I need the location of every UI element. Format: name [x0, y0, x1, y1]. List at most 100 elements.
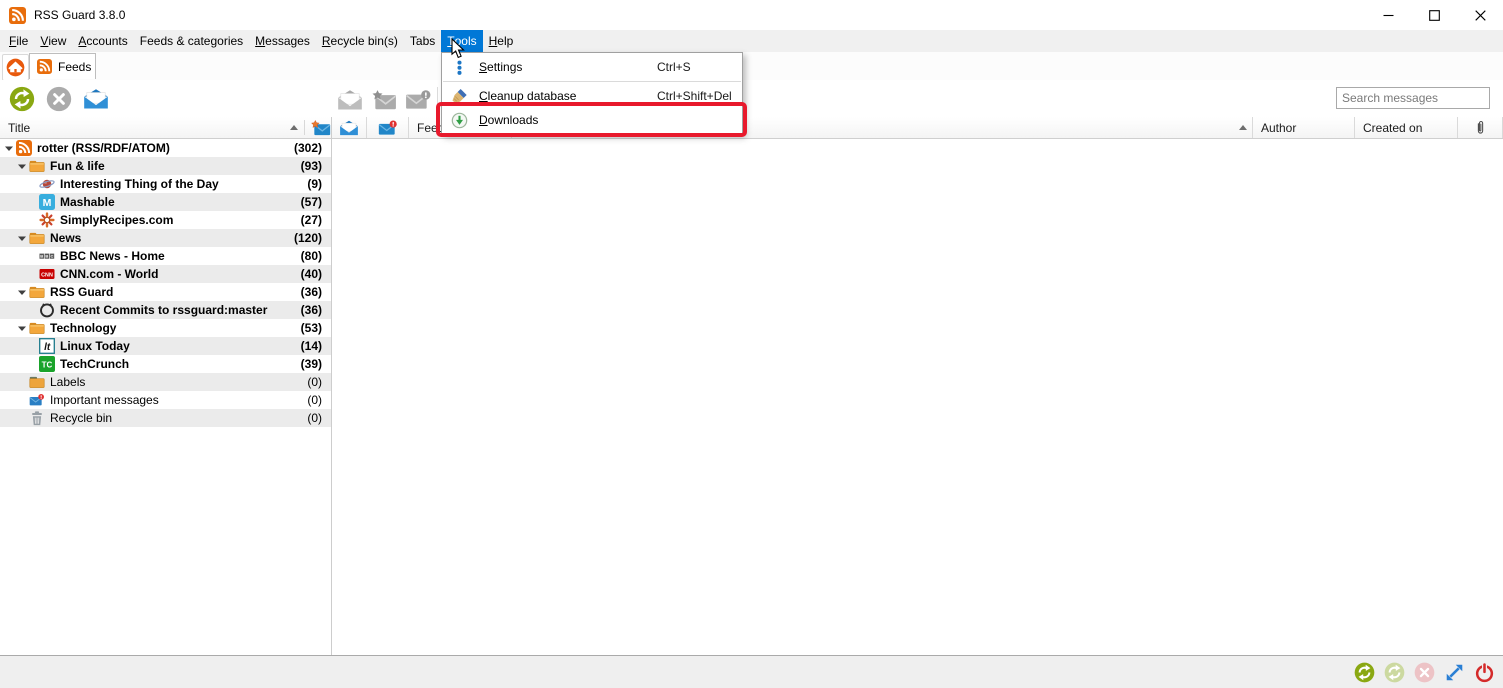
menu-item-label: Cleanup database — [479, 89, 576, 103]
search-messages-input[interactable] — [1336, 87, 1490, 109]
feed-row-simplyrecipes-com[interactable]: SimplyRecipes.com(27) — [0, 211, 331, 229]
attachment-column-icon — [1475, 120, 1486, 136]
stop-update-disabled-icon — [1414, 662, 1435, 683]
folder-icon — [29, 320, 45, 336]
feed-row-recent-commits-to-rssguard-master[interactable]: Recent Commits to rssguard:master(36) — [0, 301, 331, 319]
expander-spacer — [17, 377, 27, 387]
app-logo-rss-icon — [9, 7, 26, 24]
feed-unread-count: (0) — [307, 411, 331, 425]
menubar-item-accounts[interactable]: Accounts — [72, 30, 133, 52]
recycle-bin-icon — [29, 410, 45, 426]
mark-read-icon — [83, 86, 109, 112]
update-feeds-icon — [1354, 662, 1375, 683]
menu-item-settings[interactable]: SettingsCtrl+S — [442, 55, 742, 79]
feed-row-recycle-bin[interactable]: Recycle bin(0) — [0, 409, 331, 427]
update-feeds-button[interactable] — [1354, 662, 1375, 683]
svg-text:lt: lt — [44, 342, 51, 353]
expander-spacer — [17, 395, 27, 405]
menubar-item-view[interactable]: View — [34, 30, 72, 52]
feed-row-interesting-thing-of-the-day[interactable]: Interesting Thing of the Day(9) — [0, 175, 331, 193]
feed-row-linux-today[interactable]: ltLinux Today(14) — [0, 337, 331, 355]
menu-item-downloads[interactable]: Downloads — [442, 108, 742, 132]
feed-unread-count: (302) — [294, 141, 331, 155]
feed-unread-count: (80) — [301, 249, 331, 263]
feeds-header-title[interactable]: Title — [0, 117, 331, 138]
feed-title: Recent Commits to rssguard:master — [60, 303, 301, 317]
feed-row-techcrunch[interactable]: TCTechCrunch(39) — [0, 355, 331, 373]
message-column-created-on[interactable]: Created on — [1355, 117, 1458, 138]
labels-folder-icon — [29, 374, 45, 390]
menubar-item-feeds-categories[interactable]: Feeds & categories — [134, 30, 249, 52]
folder-icon — [29, 284, 45, 300]
mark-message-read-button[interactable] — [336, 86, 363, 113]
list-headers: Title FeedTitleAuthorCreated on — [0, 117, 1503, 139]
message-column-important-column[interactable] — [367, 117, 409, 138]
update-feeds-button[interactable] — [8, 85, 35, 112]
feed-title: News — [50, 231, 294, 245]
feed-unread-count: (57) — [301, 195, 331, 209]
expander-icon[interactable] — [17, 287, 27, 297]
window-controls — [1365, 0, 1503, 30]
planet-icon — [39, 176, 55, 192]
toolbar — [0, 80, 1503, 117]
mark-message-starred-button[interactable] — [370, 86, 397, 113]
power-quit-button[interactable] — [1474, 662, 1495, 683]
pane-splitter[interactable] — [331, 117, 332, 655]
feed-unread-count: (14) — [301, 339, 331, 353]
expander-icon[interactable] — [17, 233, 27, 243]
rss-icon — [16, 140, 32, 156]
message-column-author[interactable]: Author — [1253, 117, 1355, 138]
feed-row-news[interactable]: News(120) — [0, 229, 331, 247]
expander-icon[interactable] — [4, 143, 14, 153]
update-feeds-disabled-button — [1384, 662, 1405, 683]
menu-item-shortcut: Ctrl+S — [657, 60, 691, 74]
feed-title: Technology — [50, 321, 301, 335]
menubar-item-messages[interactable]: Messages — [249, 30, 316, 52]
feed-row-labels[interactable]: Labels(0) — [0, 373, 331, 391]
feed-title: Recycle bin — [50, 411, 307, 425]
maximize-button[interactable] — [1411, 0, 1457, 30]
menubar-item-help[interactable]: Help — [483, 30, 520, 52]
feed-row-rss-guard[interactable]: RSS Guard(36) — [0, 283, 331, 301]
feed-title: Labels — [50, 375, 307, 389]
svg-text:CNN: CNN — [41, 273, 53, 279]
message-column-read-column[interactable] — [331, 117, 367, 138]
stop-update-button[interactable] — [45, 85, 72, 112]
feed-row-cnn-com-world[interactable]: CNNCNN.com - World(40) — [0, 265, 331, 283]
feed-row-technology[interactable]: Technology(53) — [0, 319, 331, 337]
linuxtoday-icon: lt — [39, 338, 55, 354]
home-button[interactable] — [2, 54, 29, 81]
feed-row-mashable[interactable]: MMashable(57) — [0, 193, 331, 211]
feed-row-bbc-news-home[interactable]: BBCBBC News - Home(80) — [0, 247, 331, 265]
feed-toolbar-group — [8, 85, 109, 112]
expander-icon[interactable] — [17, 161, 27, 171]
feed-row-rotter-rss-rdf-atom[interactable]: rotter (RSS/RDF/ATOM)(302) — [0, 139, 331, 157]
app-window: RSS Guard 3.8.0 FileViewAccountsFeeds & … — [0, 0, 1503, 688]
minimize-button[interactable] — [1365, 0, 1411, 30]
feed-title: rotter (RSS/RDF/ATOM) — [37, 141, 294, 155]
expander-icon[interactable] — [17, 323, 27, 333]
tab-feeds[interactable]: Feeds — [29, 53, 96, 79]
status-bar — [0, 655, 1503, 688]
feed-unread-count: (36) — [301, 285, 331, 299]
menu-separator — [443, 81, 741, 82]
close-button[interactable] — [1457, 0, 1503, 30]
message-column-attachment-column[interactable] — [1458, 117, 1503, 138]
toolbar-separator — [437, 87, 438, 110]
stop-update-icon — [46, 86, 72, 112]
menubar-item-tabs[interactable]: Tabs — [404, 30, 441, 52]
feeds-tree: rotter (RSS/RDF/ATOM)(302)Fun & life(93)… — [0, 139, 331, 427]
feed-row-important-messages[interactable]: Important messages(0) — [0, 391, 331, 409]
column-label: Created on — [1363, 121, 1422, 135]
menu-bar: FileViewAccountsFeeds & categoriesMessag… — [0, 30, 1503, 52]
feed-unread-count: (36) — [301, 303, 331, 317]
svg-text:TC: TC — [42, 361, 53, 370]
fullscreen-button[interactable] — [1444, 662, 1465, 683]
feed-title: Mashable — [60, 195, 301, 209]
feed-row-fun-life[interactable]: Fun & life(93) — [0, 157, 331, 175]
menubar-item-recycle-bin-s-[interactable]: Recycle bin(s) — [316, 30, 404, 52]
menu-item-cleanup-database[interactable]: Cleanup databaseCtrl+Shift+Del — [442, 84, 742, 108]
menubar-item-file[interactable]: File — [3, 30, 34, 52]
mark-message-important-button[interactable] — [404, 86, 431, 113]
mark-read-button[interactable] — [82, 85, 109, 112]
